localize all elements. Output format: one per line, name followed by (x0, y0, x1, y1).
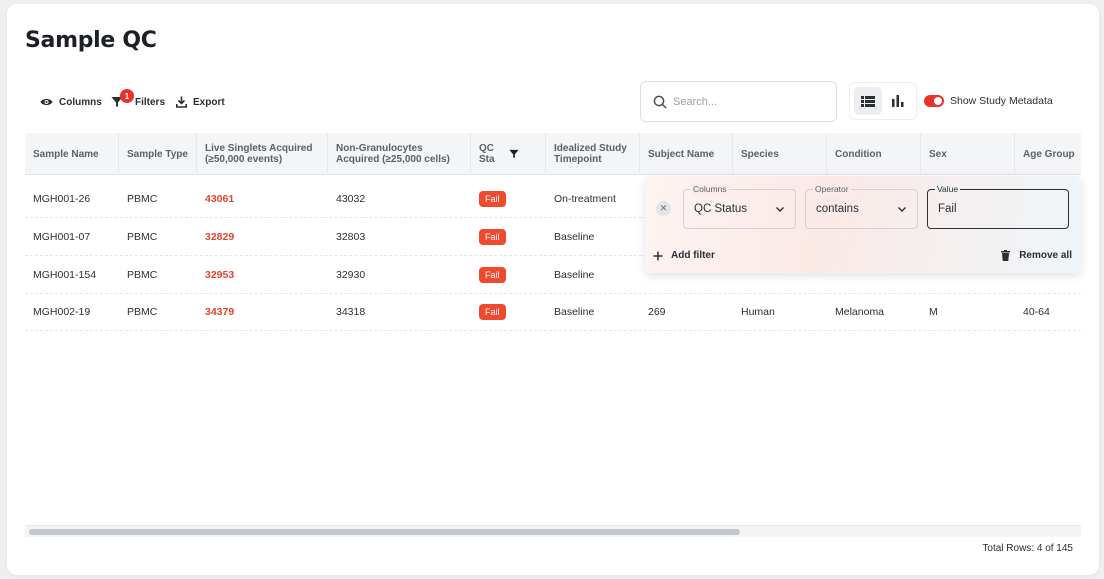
total-rows-text: Total Rows: 4 of 145 (982, 543, 1073, 554)
cell-timepoint: Baseline (554, 230, 595, 243)
col-sample-name[interactable]: Sample Name (25, 133, 119, 175)
columns-label: Columns (59, 96, 102, 108)
search-input[interactable] (673, 95, 823, 108)
cell-sample-name: MGH001-154 (33, 268, 97, 281)
add-filter-button[interactable]: Add filter (653, 250, 715, 261)
remove-filter-close-icon[interactable]: ✕ (656, 201, 671, 216)
chart-view-button[interactable] (884, 87, 912, 115)
filter-operator-label: Operator (813, 183, 851, 195)
col-live-singlets[interactable]: Live Singlets Acquired (≥50,000 events) (197, 133, 328, 175)
filter-value-text: Fail (938, 203, 957, 215)
filter-operator-value: contains (816, 203, 859, 215)
col-qc-status[interactable]: QC Sta (471, 133, 546, 175)
filter-panel: ✕ Columns QC Status Operator contains Va… (645, 176, 1081, 273)
chevron-down-icon (776, 207, 784, 212)
cell-species: Human (741, 305, 775, 318)
search-box[interactable] (640, 81, 837, 122)
horizontal-scrollbar[interactable] (25, 525, 1081, 537)
show-study-metadata-label: Show Study Metadata (950, 95, 1053, 107)
columns-button[interactable]: Columns (40, 94, 102, 110)
col-species[interactable]: Species (733, 133, 827, 175)
fail-badge: Fail (479, 228, 506, 245)
sample-qc-card: Sample QC Columns 1 Filters Export Searc… (7, 4, 1099, 575)
filter-icon-wrap: 1 (111, 89, 134, 108)
cell-timepoint: Baseline (554, 268, 595, 281)
cell-qc-status: Fail (471, 256, 506, 293)
filters-label: Filters (135, 96, 166, 108)
table-row[interactable]: MGH002-19 PBMC 34379 34318 Fail Baseline… (25, 293, 1081, 331)
cell-sample-type: PBMC (127, 305, 158, 318)
col-condition[interactable]: Condition (827, 133, 921, 175)
cell-sex: M (929, 305, 938, 318)
plus-icon (653, 251, 663, 260)
remove-all-button[interactable]: Remove all (1001, 250, 1072, 261)
cell-non-granulocytes: 32930 (336, 268, 366, 281)
cell-sample-type: PBMC (127, 268, 158, 281)
fail-badge: Fail (479, 190, 506, 207)
col-non-granulocytes[interactable]: Non-Granulocytes Acquired (≥25,000 cells… (328, 133, 471, 175)
cell-condition: Melanoma (835, 305, 885, 318)
table-header: Sample Name Sample Type Live Singlets Ac… (25, 133, 1081, 175)
cell-sample-name: MGH001-26 (33, 192, 91, 205)
column-filter-icon[interactable] (509, 149, 519, 159)
col-sample-type[interactable]: Sample Type (119, 133, 197, 175)
cell-sample-type: PBMC (127, 230, 158, 243)
cell-subject-name: 269 (648, 305, 666, 318)
filter-columns-label: Columns (691, 183, 729, 195)
show-study-metadata-toggle[interactable]: Show Study Metadata (924, 95, 1053, 107)
list-view-button[interactable] (854, 87, 882, 115)
filter-columns-select[interactable]: Columns QC Status (683, 183, 796, 229)
cell-live-singlets: 32829 (205, 230, 235, 243)
trash-icon (1001, 250, 1011, 261)
filter-operator-select[interactable]: Operator contains (805, 183, 918, 229)
cell-qc-status: Fail (471, 293, 506, 330)
fail-badge: Fail (479, 266, 506, 283)
remove-all-label: Remove all (1019, 250, 1072, 261)
cell-live-singlets: 32953 (205, 268, 235, 281)
col-sex[interactable]: Sex (921, 133, 1015, 175)
cell-sample-type: PBMC (127, 192, 158, 205)
cell-qc-status: Fail (471, 218, 506, 255)
export-label: Export (193, 96, 225, 108)
export-button[interactable]: Export (176, 94, 225, 110)
cell-non-granulocytes: 43032 (336, 192, 366, 205)
export-icon (176, 96, 187, 108)
cell-live-singlets: 43061 (205, 192, 235, 205)
filter-value-label: Value (935, 183, 961, 195)
col-timepoint[interactable]: Idealized Study Timepoint (546, 133, 640, 175)
cell-qc-status: Fail (471, 180, 506, 217)
eye-icon (40, 99, 53, 105)
filter-columns-value: QC Status (694, 203, 748, 215)
cell-timepoint: Baseline (554, 305, 595, 318)
cell-live-singlets: 34379 (205, 305, 235, 318)
cell-non-granulocytes: 34318 (336, 305, 366, 318)
list-icon (861, 95, 875, 107)
col-age-group[interactable]: Age Group (1015, 133, 1081, 175)
scrollbar-thumb[interactable] (29, 529, 740, 535)
cell-timepoint: On-treatment (554, 192, 616, 205)
add-filter-label: Add filter (671, 250, 715, 261)
col-subject-name[interactable]: Subject Name (640, 133, 733, 175)
chevron-down-icon (898, 207, 906, 212)
filters-count-badge: 1 (120, 89, 134, 103)
page-title: Sample QC (25, 28, 157, 53)
fail-badge: Fail (479, 303, 506, 320)
filters-button[interactable]: 1 Filters (111, 89, 166, 110)
cell-age-group: 40-64 (1023, 305, 1050, 318)
search-icon (653, 95, 667, 109)
bar-chart-icon (892, 95, 904, 107)
view-toggle (849, 82, 917, 120)
cell-sample-name: MGH001-07 (33, 230, 91, 243)
cell-non-granulocytes: 32803 (336, 230, 366, 243)
filter-value-input[interactable]: Value Fail (927, 183, 1069, 229)
toggle-switch[interactable] (924, 95, 944, 107)
cell-sample-name: MGH002-19 (33, 305, 91, 318)
